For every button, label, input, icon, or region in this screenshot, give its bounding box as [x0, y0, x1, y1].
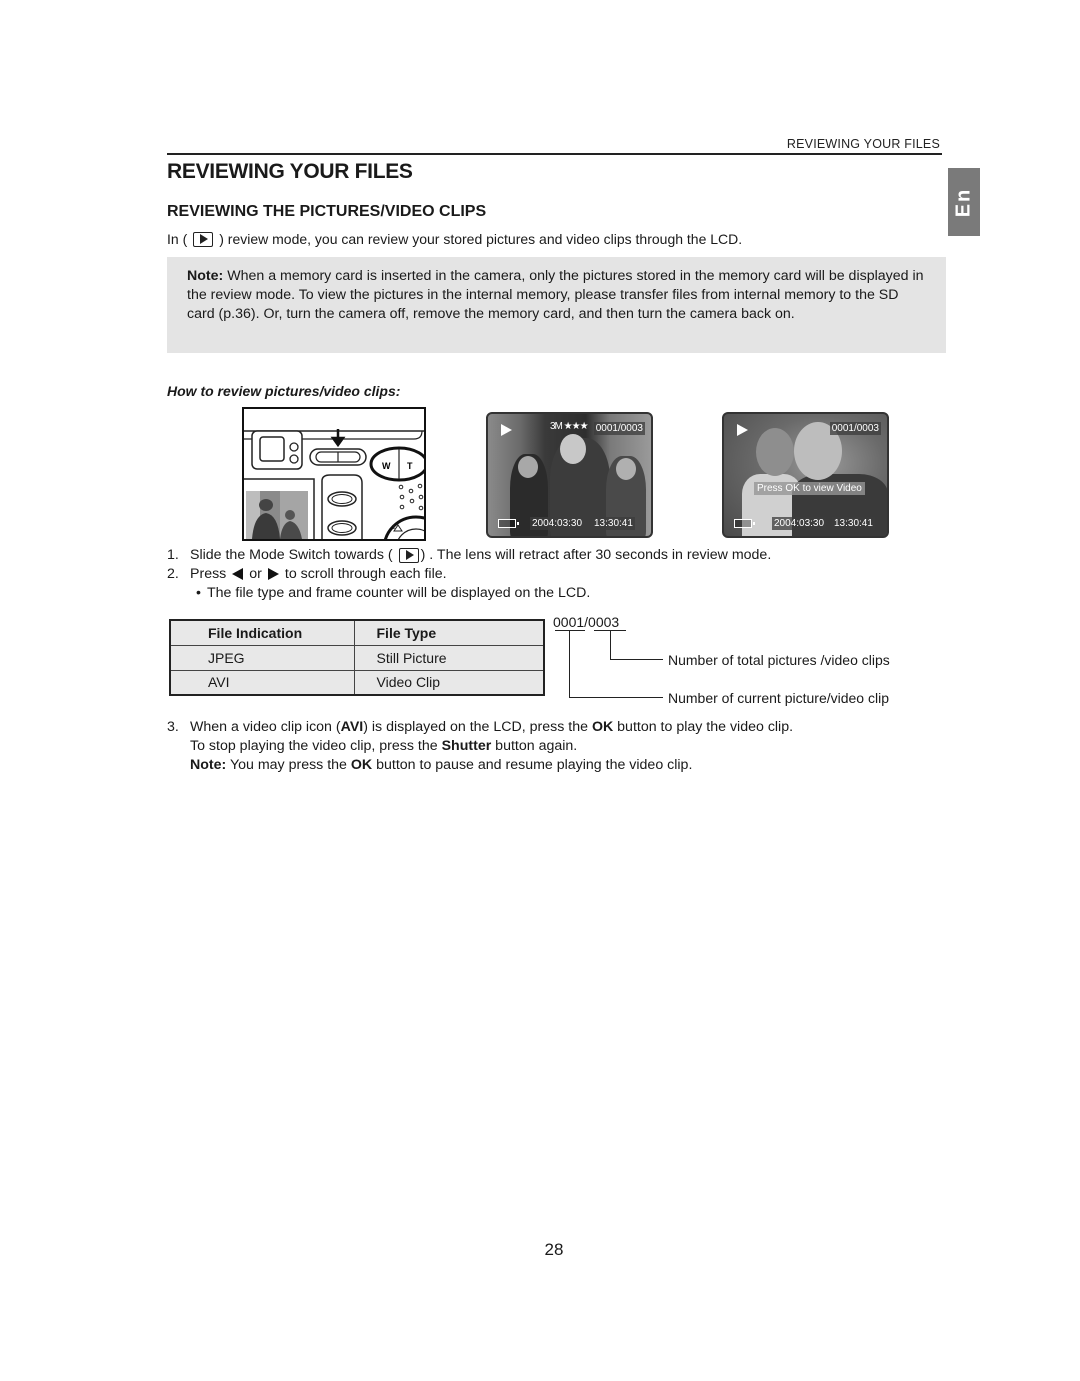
date-readout: 2004:03:30 [530, 517, 585, 530]
frame-counter: 0001/0003 [829, 422, 881, 435]
language-tab-label: En [952, 187, 975, 217]
step-bold: Shutter [441, 738, 492, 754]
step-text: Slide the Mode Switch towards ( [190, 547, 393, 563]
step-number: 2. [167, 566, 179, 582]
step-text: ) . The lens will retract after 30 secon… [420, 547, 772, 563]
connector-line [569, 630, 570, 698]
battery-icon [498, 519, 519, 528]
svg-text:T: T [407, 461, 413, 471]
table-cell: JPEG [169, 644, 355, 671]
current-label: Number of current picture/video clip [668, 690, 889, 706]
battery-icon [734, 519, 755, 528]
counter-current: 0001 [553, 614, 585, 630]
play-indicator-icon [501, 424, 512, 436]
page-number: 28 [544, 1240, 564, 1259]
table-row: AVI Video Clip [169, 669, 545, 696]
bullet-text: The file type and frame counter will be … [207, 585, 591, 601]
quality-indicator: 3M ★★★ [550, 421, 589, 432]
step-text: to scroll through each file. [284, 566, 447, 582]
step-text: Press [190, 566, 227, 582]
intro-after: ) review mode, you can review your store… [219, 231, 743, 247]
counter-example: 0001/0003 [553, 614, 619, 630]
table-header-row: File Indication File Type [169, 619, 545, 646]
note-label: Note: [190, 757, 227, 773]
play-indicator-icon [737, 424, 748, 436]
date-readout: 2004:03:30 [772, 517, 827, 530]
step-text: button again. [491, 738, 578, 754]
connector-line [610, 659, 663, 660]
zoom-button [369, 446, 424, 482]
connector-line [569, 697, 663, 698]
camera-drawing: W T [244, 429, 424, 539]
lcd-video-preview: 0001/0003 Press OK to view Video 2004:03… [722, 412, 889, 538]
howto-title: How to review pictures/video clips: [167, 383, 401, 399]
note-box: Note: When a memory card is inserted in … [167, 257, 946, 353]
step-text: ) is displayed on the LCD, press the [363, 719, 592, 735]
left-arrow-icon [232, 568, 244, 581]
step-text: To stop playing the video clip, press th… [190, 738, 442, 754]
step-2: 2. Press or to scroll through each file. [167, 565, 447, 584]
step-bold: OK [350, 757, 373, 773]
press-ok-message: Press OK to view Video [754, 482, 865, 495]
frame-counter: 0001/0003 [593, 422, 645, 435]
header-rule [167, 153, 942, 155]
connector-line [610, 630, 611, 660]
right-arrow-icon [267, 568, 279, 581]
bullet-mark: • [196, 585, 201, 601]
time-readout: 13:30:41 [832, 517, 875, 530]
step-bold: OK [591, 719, 614, 735]
step-number: 1. [167, 547, 179, 563]
counter-total: 0003 [588, 614, 620, 630]
running-header: REVIEWING YOUR FILES [786, 137, 940, 151]
step-text: button to pause and resume playing the v… [372, 757, 693, 773]
step-number: 3. [167, 719, 179, 735]
step-text: or [249, 566, 262, 582]
file-type-table: File Indication File Type JPEG Still Pic… [169, 619, 545, 696]
column-header: File Indication [169, 619, 355, 646]
note-label: Note: [187, 268, 224, 284]
intro-before: In ( [167, 231, 188, 247]
step-text: When a video clip icon ( [190, 719, 341, 735]
note-text: When a memory card is inserted in the ca… [187, 268, 924, 322]
total-label: Number of total pictures /video clips [668, 652, 890, 668]
current-underline [555, 630, 585, 631]
section-title: REVIEWING THE PICTURES/VIDEO CLIPS [167, 203, 487, 220]
step-bullet: • The file type and frame counter will be… [190, 584, 590, 603]
column-header: File Type [353, 619, 545, 646]
table-cell: AVI [169, 669, 355, 696]
step-bold: AVI [340, 719, 364, 735]
playback-mode-icon [193, 231, 214, 247]
svg-text:W: W [382, 461, 391, 471]
step-3: 3. When a video clip icon (AVI) is displa… [167, 718, 793, 737]
step-1: 1. Slide the Mode Switch towards ( ) . Th… [167, 546, 771, 565]
step-text: button to play the video clip. [613, 719, 794, 735]
table-cell: Video Clip [353, 669, 545, 696]
table-cell: Still Picture [353, 644, 545, 671]
intro-paragraph: In ( ) review mode, you can review your … [167, 231, 742, 247]
time-readout: 13:30:41 [592, 517, 635, 530]
step-text: You may press the [226, 757, 351, 773]
lcd-photo-preview: 3M ★★★ 0001/0003 2004:03:30 13:30:41 [486, 412, 653, 538]
page-title: REVIEWING YOUR FILES [167, 160, 413, 183]
step-3-note: Note: You may press the OK button to pau… [190, 756, 692, 775]
table-row: JPEG Still Picture [169, 644, 545, 671]
camera-back-illustration: W T [242, 407, 426, 541]
language-tab: En [948, 168, 980, 236]
playback-mode-icon [398, 547, 419, 563]
step-3-line-2: To stop playing the video clip, press th… [190, 737, 577, 756]
